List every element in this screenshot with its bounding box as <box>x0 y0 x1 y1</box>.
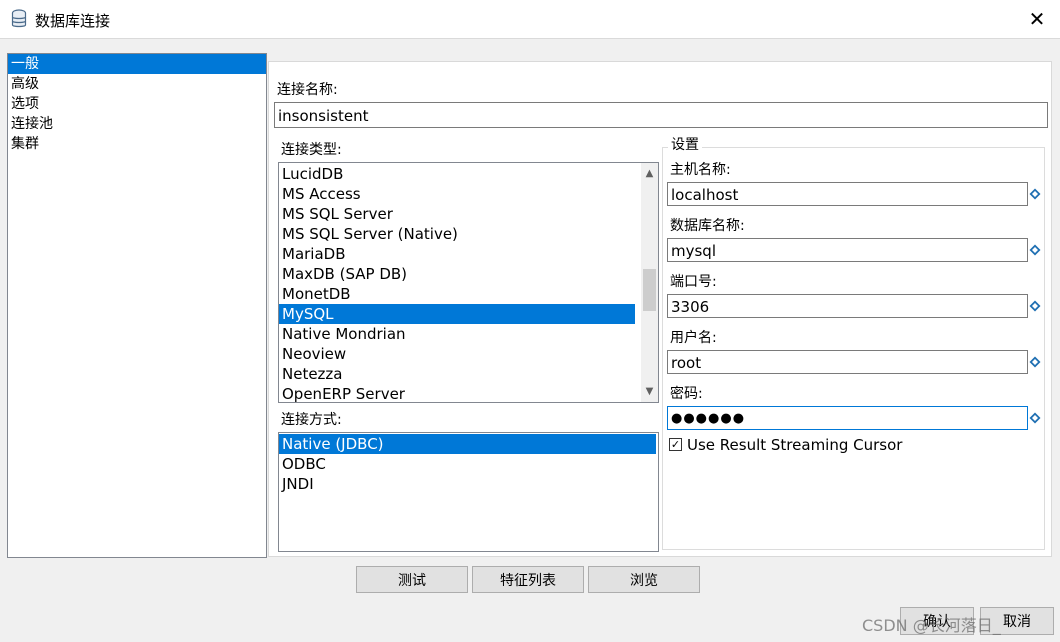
database-name-input[interactable]: mysql <box>667 238 1028 262</box>
list-item-selected[interactable]: MySQL <box>279 304 635 324</box>
list-item[interactable]: LucidDB <box>279 164 635 184</box>
close-icon: ✕ <box>1028 7 1046 31</box>
scroll-up-icon[interactable]: ▲ <box>641 165 658 182</box>
nav-item-pooling[interactable]: 连接池 <box>8 114 266 134</box>
list-item[interactable]: MonetDB <box>279 284 635 304</box>
username-input[interactable]: root <box>667 350 1028 374</box>
feature-list-button[interactable]: 特征列表 <box>472 566 584 593</box>
variable-icon[interactable] <box>1029 412 1041 424</box>
connection-type-list: LucidDB MS Access MS SQL Server MS SQL S… <box>278 162 659 403</box>
connection-type-label: 连接类型: <box>281 142 342 158</box>
password-label: 密码: <box>670 386 703 402</box>
list-item[interactable]: Netezza <box>279 364 635 384</box>
variable-icon[interactable] <box>1029 356 1041 368</box>
vertical-scrollbar[interactable]: ▲ ▼ <box>641 163 658 402</box>
list-item[interactable]: MaxDB (SAP DB) <box>279 264 635 284</box>
nav-item-advanced[interactable]: 高级 <box>8 74 266 94</box>
settings-group-title: 设置 <box>668 134 702 154</box>
category-list: 一般 高级 选项 连接池 集群 <box>7 53 267 558</box>
explore-button[interactable]: 浏览 <box>588 566 700 593</box>
list-item-selected[interactable]: Native (JDBC) <box>279 434 656 454</box>
connection-name-label: 连接名称: <box>277 82 338 98</box>
window-title: 数据库连接 <box>35 12 111 30</box>
scroll-thumb[interactable] <box>643 269 656 311</box>
list-item[interactable]: MS SQL Server <box>279 204 635 224</box>
port-label: 端口号: <box>670 274 717 290</box>
title-bar: 数据库连接 ✕ <box>0 0 1060 39</box>
settings-group <box>662 147 1045 550</box>
variable-icon[interactable] <box>1029 188 1041 200</box>
test-button[interactable]: 测试 <box>356 566 468 593</box>
host-label: 主机名称: <box>670 162 731 178</box>
nav-item-general[interactable]: 一般 <box>8 54 266 74</box>
checkmark-icon: ✓ <box>670 438 681 451</box>
list-item[interactable]: Native Mondrian <box>279 324 635 344</box>
port-input[interactable]: 3306 <box>667 294 1028 318</box>
streaming-cursor-checkbox[interactable]: ✓ <box>669 438 682 451</box>
watermark-text: CSDN @长河落日_ <box>862 616 1001 635</box>
access-method-list: Native (JDBC) ODBC JNDI <box>278 432 659 552</box>
close-button[interactable]: ✕ <box>1014 0 1060 38</box>
list-item[interactable]: MariaDB <box>279 244 635 264</box>
list-item[interactable]: MS Access <box>279 184 635 204</box>
variable-icon[interactable] <box>1029 244 1041 256</box>
variable-icon[interactable] <box>1029 300 1041 312</box>
scroll-down-icon[interactable]: ▼ <box>641 383 658 400</box>
nav-item-options[interactable]: 选项 <box>8 94 266 114</box>
database-name-label: 数据库名称: <box>670 218 745 234</box>
list-item[interactable]: Neoview <box>279 344 635 364</box>
host-input[interactable]: localhost <box>667 182 1028 206</box>
streaming-cursor-label: Use Result Streaming Cursor <box>687 436 903 454</box>
username-label: 用户名: <box>670 330 717 346</box>
list-item[interactable]: OpenERP Server <box>279 384 635 402</box>
list-item[interactable]: ODBC <box>279 454 656 474</box>
nav-item-clustering[interactable]: 集群 <box>8 134 266 154</box>
access-method-label: 连接方式: <box>281 412 342 428</box>
connection-name-input[interactable]: insonsistent <box>274 102 1048 128</box>
password-input[interactable]: ●●●●●● <box>667 406 1028 430</box>
database-icon <box>11 9 27 28</box>
list-item[interactable]: MS SQL Server (Native) <box>279 224 635 244</box>
list-item[interactable]: JNDI <box>279 474 656 494</box>
